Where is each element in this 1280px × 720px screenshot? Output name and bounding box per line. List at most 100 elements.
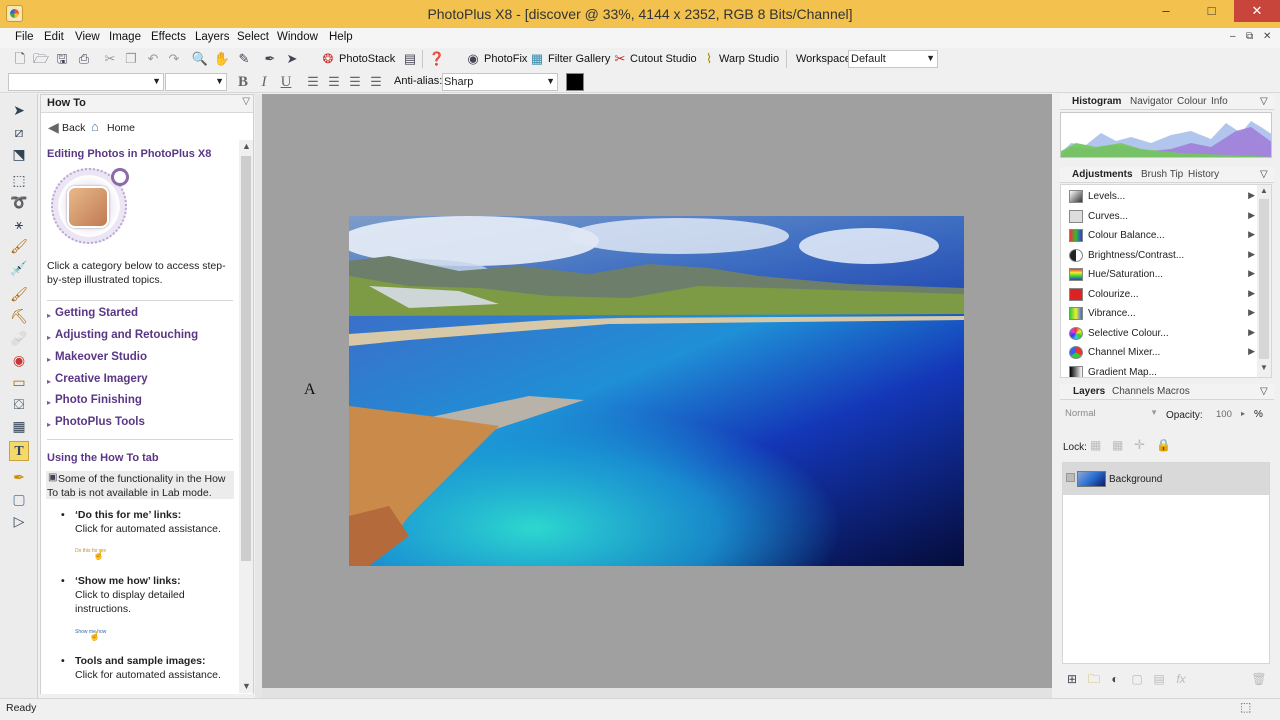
bottom-splitter[interactable]	[262, 688, 1052, 698]
menu-file[interactable]: File	[15, 31, 34, 43]
text-tool-icon[interactable]: T	[9, 441, 29, 461]
tab-brush-tip[interactable]: Brush Tip	[1141, 169, 1183, 180]
select-arrow-icon[interactable]: ➤	[282, 49, 302, 69]
new-document-icon[interactable]: 🗋	[10, 49, 30, 69]
close-button[interactable]: ✕	[1234, 0, 1280, 22]
fx-icon[interactable]: fx	[1172, 670, 1190, 688]
zoom-icon[interactable]: 🔍	[190, 49, 210, 69]
photostack-button[interactable]: PhotoStack	[339, 53, 395, 65]
filter-gallery-button[interactable]: Filter Gallery	[548, 53, 610, 65]
scroll-up-icon[interactable]: ▲	[242, 141, 251, 151]
menu-edit[interactable]: Edit	[44, 31, 64, 43]
mdi-close-button[interactable]: ✕	[1263, 31, 1271, 42]
adjustments-scrollbar[interactable]: ▲ ▼	[1257, 185, 1271, 377]
photofix-icon[interactable]: ◉	[463, 49, 483, 69]
smudge-tool-icon[interactable]: ▦	[9, 416, 29, 436]
rectangle-selection-icon[interactable]: ⬚	[9, 170, 29, 190]
copy-icon[interactable]: ❐	[121, 49, 141, 69]
mdi-minimize-button[interactable]: –	[1230, 31, 1236, 42]
menu-window[interactable]: Window	[277, 31, 318, 43]
maximize-button[interactable]: □	[1189, 0, 1234, 22]
menu-select[interactable]: Select	[237, 31, 269, 43]
adjustment-brightness-contrast[interactable]: Brightness/Contrast... ▶	[1067, 246, 1255, 265]
adjustment-vibrance[interactable]: Vibrance... ▶	[1067, 304, 1255, 323]
pen-icon[interactable]: ✒	[260, 49, 280, 69]
font-name-select[interactable]: ▼	[8, 73, 164, 91]
antialias-select[interactable]: Sharp ▼	[442, 73, 558, 91]
cut-icon[interactable]: ✂	[100, 49, 120, 69]
redo-icon[interactable]: ↷	[164, 49, 184, 69]
scroll-up-icon[interactable]: ▲	[1260, 186, 1268, 195]
lock-pixels-icon[interactable]: ▦	[1112, 438, 1123, 452]
color-picker-icon[interactable]: 💉	[9, 258, 29, 278]
lock-all-icon[interactable]: 🔒	[1156, 438, 1171, 452]
panel-menu-icon[interactable]: ▽	[1260, 386, 1268, 397]
home-icon[interactable]: ⌂	[91, 119, 99, 134]
menu-help[interactable]: Help	[329, 31, 353, 43]
eraser-icon[interactable]: ✎	[234, 49, 254, 69]
new-group-icon[interactable]: 🗀	[1085, 670, 1103, 688]
save-icon[interactable]: 🖫	[52, 49, 72, 69]
category-photoplus-tools[interactable]: PhotoPlus Tools	[55, 416, 145, 428]
fill-tool-icon[interactable]: ⛋	[9, 394, 29, 414]
photofix-button[interactable]: PhotoFix	[484, 53, 527, 65]
adjustment-levels[interactable]: Levels... ▶	[1067, 187, 1255, 206]
category-creative-imagery[interactable]: Creative Imagery	[55, 373, 148, 385]
scroll-down-icon[interactable]: ▼	[242, 681, 251, 691]
photostack-icon[interactable]: ❂	[318, 49, 338, 69]
align-right-icon[interactable]: ☰	[345, 72, 365, 92]
opacity-value[interactable]: 100	[1216, 409, 1232, 420]
lasso-tool-icon[interactable]: ➰	[9, 192, 29, 212]
cutout-studio-button[interactable]: Cutout Studio	[630, 53, 697, 65]
node-edit-tool-icon[interactable]: ▷	[9, 511, 29, 531]
layer-row-background[interactable]: Background	[1063, 463, 1269, 495]
adjustment-hue-saturation[interactable]: Hue/Saturation... ▶	[1067, 265, 1255, 284]
tab-history[interactable]: History	[1188, 169, 1219, 180]
selection-brush-icon[interactable]: 🖌	[9, 236, 29, 256]
tab-adjustments[interactable]: Adjustments	[1072, 169, 1133, 180]
menu-layers[interactable]: Layers	[195, 31, 230, 43]
left-splitter[interactable]	[255, 94, 262, 698]
category-makeover-studio[interactable]: Makeover Studio	[55, 351, 147, 363]
shape-tool-icon[interactable]: ▢	[9, 489, 29, 509]
category-adjusting-retouching[interactable]: Adjusting and Retouching	[55, 329, 198, 341]
tab-colour[interactable]: Colour	[1177, 96, 1206, 107]
help-icon[interactable]: ❓	[427, 49, 447, 69]
red-eye-tool-icon[interactable]: ◉	[9, 350, 29, 370]
tab-how-to[interactable]: How To	[47, 97, 86, 109]
chevron-right-icon[interactable]: ▸	[1241, 409, 1245, 418]
resize-grip-icon[interactable]: ⬚	[1240, 700, 1251, 714]
category-photo-finishing[interactable]: Photo Finishing	[55, 394, 142, 406]
adjustment-gradient-map[interactable]: Gradient Map...	[1067, 363, 1255, 377]
home-button[interactable]: Home	[107, 122, 135, 134]
mask-icon[interactable]: ▢	[1128, 670, 1146, 688]
layer-visibility-icon[interactable]	[1066, 473, 1075, 482]
adjustment-curves[interactable]: Curves... ▶	[1067, 207, 1255, 226]
align-left-icon[interactable]: ☰	[303, 72, 323, 92]
delete-layer-icon[interactable]: 🗑	[1250, 670, 1268, 688]
warp-studio-icon[interactable]: ⌇	[699, 49, 719, 69]
lock-position-icon[interactable]: ✛	[1134, 437, 1145, 453]
cutout-studio-icon[interactable]: ✂	[610, 49, 630, 69]
adjustment-colourize[interactable]: Colourize... ▶	[1067, 285, 1255, 304]
document-image[interactable]	[349, 216, 964, 566]
filter-gallery-icon[interactable]: ▦	[527, 49, 547, 69]
panel-menu-icon[interactable]: ▽	[1260, 169, 1268, 180]
adjustment-channel-mixer[interactable]: Channel Mixer... ▶	[1067, 343, 1255, 362]
workspace-select[interactable]: Default ▼	[848, 50, 938, 68]
lock-transparency-icon[interactable]: ▦	[1090, 438, 1101, 452]
scroll-down-icon[interactable]: ▼	[1260, 363, 1268, 372]
hand-pan-icon[interactable]: ✋	[212, 49, 232, 69]
font-size-select[interactable]: ▼	[165, 73, 227, 91]
patch-tool-icon[interactable]: 🩹	[9, 328, 29, 348]
tab-navigator[interactable]: Navigator	[1130, 96, 1173, 107]
tab-histogram[interactable]: Histogram	[1072, 96, 1121, 107]
minimize-button[interactable]: –	[1143, 0, 1189, 22]
text-colour-swatch[interactable]	[566, 73, 584, 91]
back-arrow-icon[interactable]: ◀	[48, 119, 59, 136]
undo-icon[interactable]: ↶	[143, 49, 163, 69]
clone-tool-icon[interactable]: ⛏	[9, 306, 29, 326]
tab-channels[interactable]: Channels	[1112, 386, 1154, 397]
eraser-tool-icon[interactable]: ▭	[9, 372, 29, 392]
adjustment-selective-colour[interactable]: Selective Colour... ▶	[1067, 324, 1255, 343]
